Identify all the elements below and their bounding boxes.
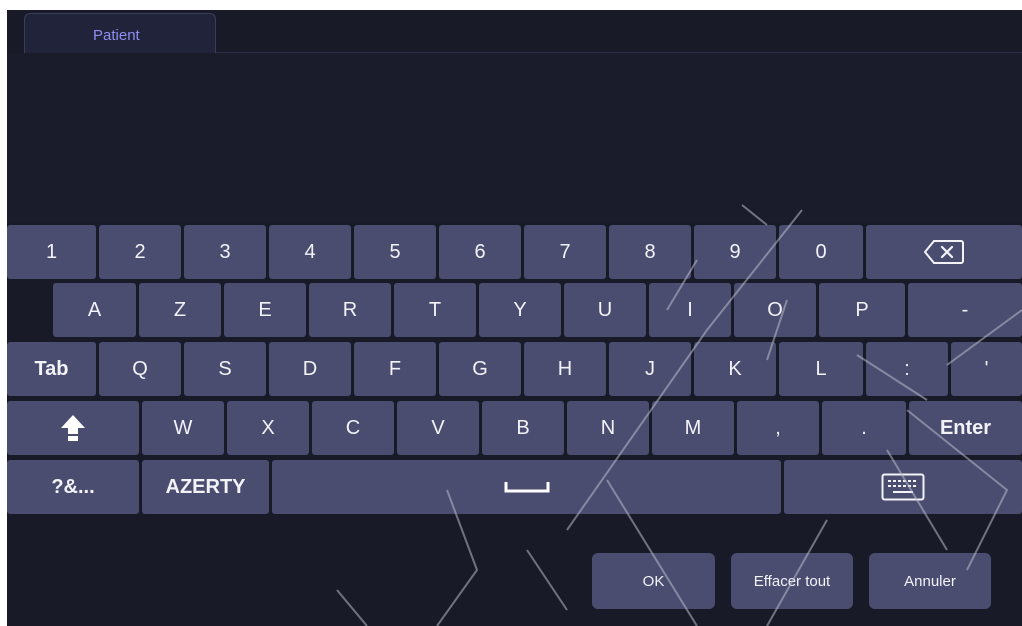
- key-5[interactable]: 5: [354, 225, 436, 279]
- key-1[interactable]: 1: [7, 225, 96, 279]
- key-j[interactable]: J: [609, 342, 691, 396]
- key-c[interactable]: C: [312, 401, 394, 455]
- key-i[interactable]: I: [649, 283, 731, 337]
- key-7[interactable]: 7: [524, 225, 606, 279]
- keyboard-row-numbers: 1 2 3 4 5 6 7 8 9 0: [7, 225, 1022, 279]
- clear-all-button[interactable]: Effacer tout: [731, 553, 853, 609]
- key-a[interactable]: A: [53, 283, 136, 337]
- space-bar-icon: [504, 480, 550, 494]
- key-f[interactable]: F: [354, 342, 436, 396]
- cancel-button[interactable]: Annuler: [869, 553, 991, 609]
- key-8[interactable]: 8: [609, 225, 691, 279]
- key-colon[interactable]: :: [866, 342, 948, 396]
- hide-keyboard-key[interactable]: [784, 460, 1022, 514]
- backspace-key[interactable]: [866, 225, 1022, 279]
- key-6[interactable]: 6: [439, 225, 521, 279]
- key-g[interactable]: G: [439, 342, 521, 396]
- layout-key[interactable]: AZERTY: [142, 460, 269, 514]
- keyboard-icon: [881, 473, 925, 501]
- keyboard-row-3: Tab Q S D F G H J K L : ': [7, 342, 1022, 396]
- ok-button[interactable]: OK: [592, 553, 715, 609]
- key-x[interactable]: X: [227, 401, 309, 455]
- key-n[interactable]: N: [567, 401, 649, 455]
- enter-key[interactable]: Enter: [909, 401, 1022, 455]
- virtual-keyboard-screen: Patient 1 2 3 4 5 6 7 8 9 0 A Z E R T Y …: [7, 10, 1022, 626]
- backspace-icon: [924, 239, 964, 265]
- shift-arrow-icon: [60, 414, 86, 442]
- tab-patient[interactable]: Patient: [24, 13, 216, 53]
- key-v[interactable]: V: [397, 401, 479, 455]
- key-u[interactable]: U: [564, 283, 646, 337]
- key-0[interactable]: 0: [779, 225, 863, 279]
- key-h[interactable]: H: [524, 342, 606, 396]
- key-w[interactable]: W: [142, 401, 224, 455]
- key-y[interactable]: Y: [479, 283, 561, 337]
- key-9[interactable]: 9: [694, 225, 776, 279]
- shift-key[interactable]: [7, 401, 139, 455]
- input-area[interactable]: [7, 53, 1022, 223]
- keyboard-row-2: A Z E R T Y U I O P -: [7, 283, 1022, 337]
- symbols-key[interactable]: ?&...: [7, 460, 139, 514]
- key-comma[interactable]: ,: [737, 401, 819, 455]
- key-m[interactable]: M: [652, 401, 734, 455]
- key-t[interactable]: T: [394, 283, 476, 337]
- key-d[interactable]: D: [269, 342, 351, 396]
- space-key[interactable]: [272, 460, 781, 514]
- key-l[interactable]: L: [779, 342, 863, 396]
- key-e[interactable]: E: [224, 283, 306, 337]
- key-o[interactable]: O: [734, 283, 816, 337]
- key-s[interactable]: S: [184, 342, 266, 396]
- tab-patient-label: Patient: [93, 27, 140, 44]
- key-period[interactable]: .: [822, 401, 906, 455]
- key-p[interactable]: P: [819, 283, 905, 337]
- key-apostrophe[interactable]: ': [951, 342, 1022, 396]
- keyboard-row-4: W X C V B N M , . Enter: [7, 401, 1022, 455]
- key-4[interactable]: 4: [269, 225, 351, 279]
- key-2[interactable]: 2: [99, 225, 181, 279]
- tab-key[interactable]: Tab: [7, 342, 96, 396]
- key-3[interactable]: 3: [184, 225, 266, 279]
- key-z[interactable]: Z: [139, 283, 221, 337]
- key-k[interactable]: K: [694, 342, 776, 396]
- key-q[interactable]: Q: [99, 342, 181, 396]
- key-r[interactable]: R: [309, 283, 391, 337]
- key-hyphen[interactable]: -: [908, 283, 1022, 337]
- keyboard: 1 2 3 4 5 6 7 8 9 0 A Z E R T Y U I O P …: [7, 225, 1022, 533]
- dialog-actions: OK Effacer tout Annuler: [7, 553, 1022, 609]
- key-b[interactable]: B: [482, 401, 564, 455]
- keyboard-row-5: ?&... AZERTY: [7, 460, 1022, 514]
